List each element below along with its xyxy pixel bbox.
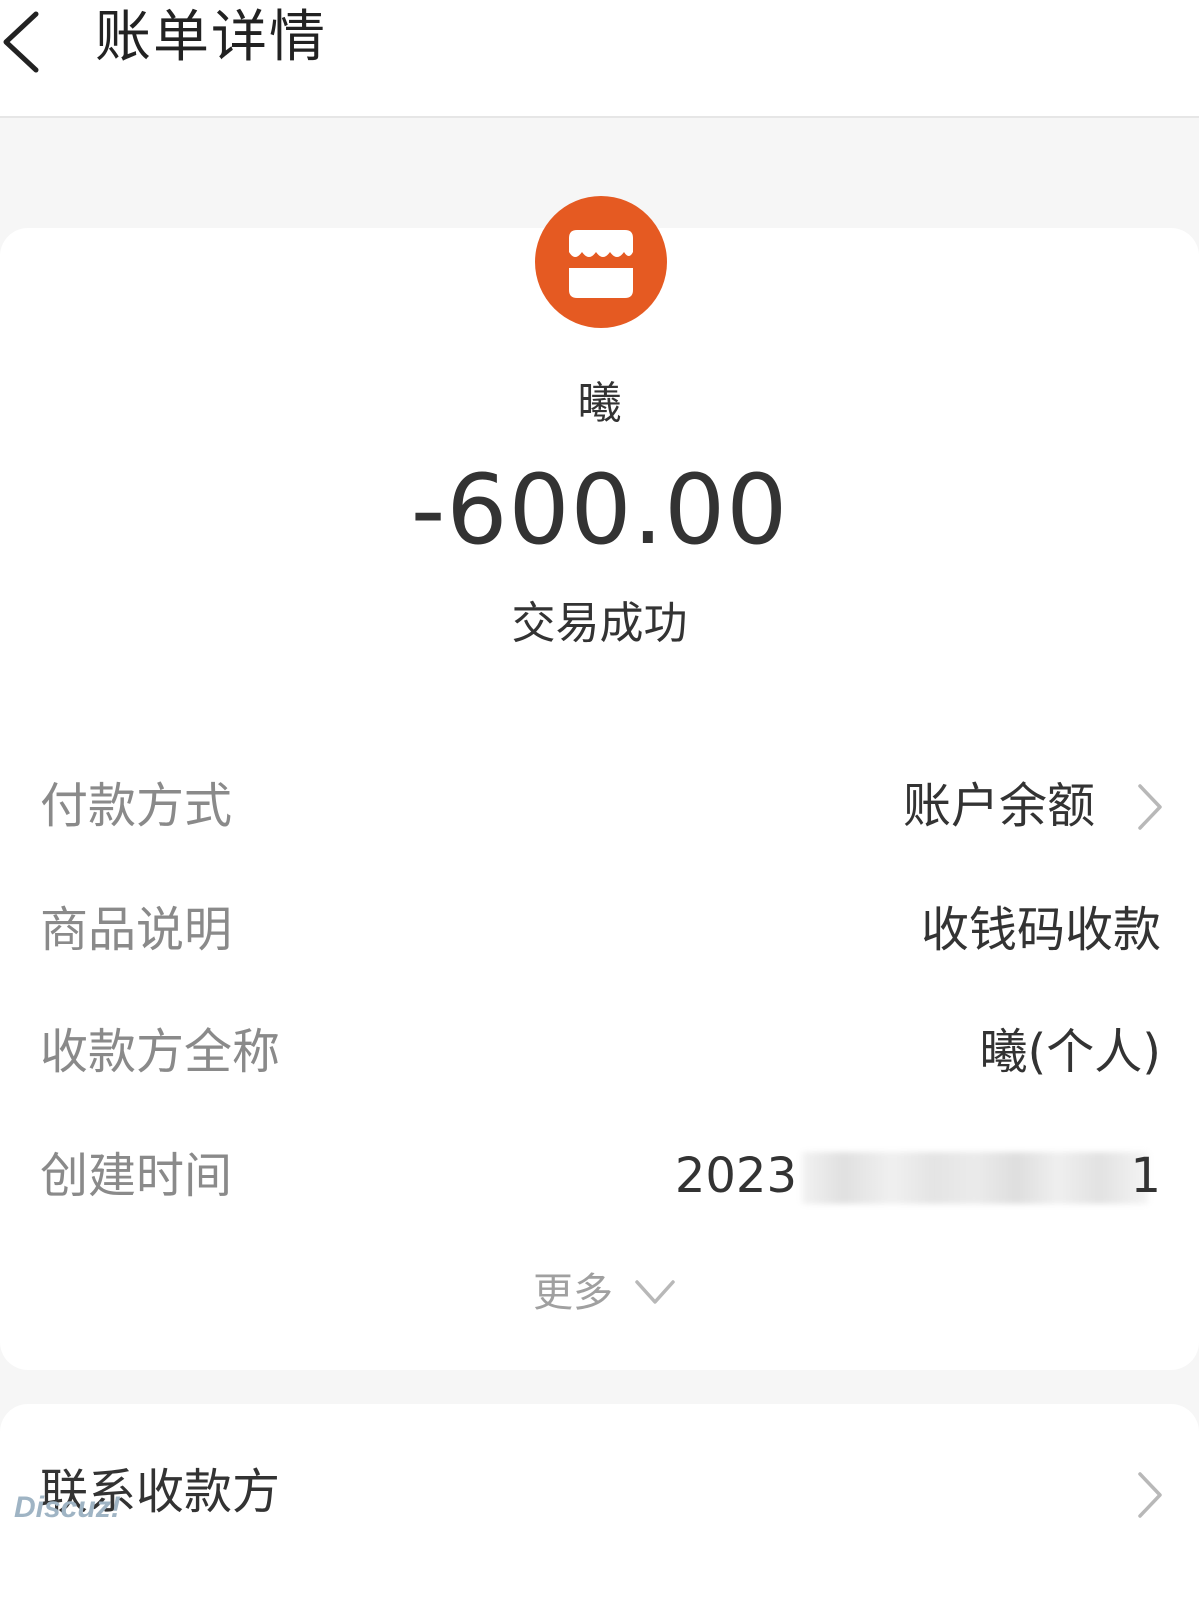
payee-name: 曦: [577, 378, 622, 429]
more-button-label[interactable]: 更多: [533, 1264, 613, 1322]
chevron-right-icon: [1138, 1472, 1162, 1518]
payee-avatar: [535, 196, 667, 328]
shop-icon: [569, 230, 633, 298]
chevron-right-icon: [1138, 784, 1162, 830]
product-desc-value: 收钱码收款: [920, 902, 1161, 958]
transaction-amount: -600.00: [410, 454, 789, 566]
chevron-left-icon: [3, 11, 39, 73]
payment-method-arrow[interactable]: [1134, 782, 1164, 832]
contact-payee-arrow[interactable]: [1134, 1470, 1164, 1520]
back-button[interactable]: [0, 6, 60, 76]
page-title: 账单详情: [95, 5, 327, 70]
created-time-year: 2023: [674, 1148, 797, 1204]
payee-fullname-label: 收款方全称: [40, 1024, 281, 1080]
created-time-end: 1: [1130, 1148, 1161, 1204]
chevron-down-icon: [635, 1280, 675, 1304]
watermark: Discuz!: [14, 1491, 121, 1524]
header-bar: 账单详情: [0, 0, 1199, 118]
transaction-status: 交易成功: [511, 598, 688, 649]
product-desc-label: 商品说明: [40, 902, 233, 958]
payment-method-value[interactable]: 账户余额: [903, 774, 1095, 838]
created-time-label: 创建时间: [40, 1148, 233, 1204]
payment-method-label: 付款方式: [40, 778, 233, 834]
redacted-time-mask: [802, 1152, 1148, 1204]
more-button[interactable]: [633, 1272, 677, 1312]
payee-fullname-value: 曦(个人): [979, 1024, 1161, 1080]
